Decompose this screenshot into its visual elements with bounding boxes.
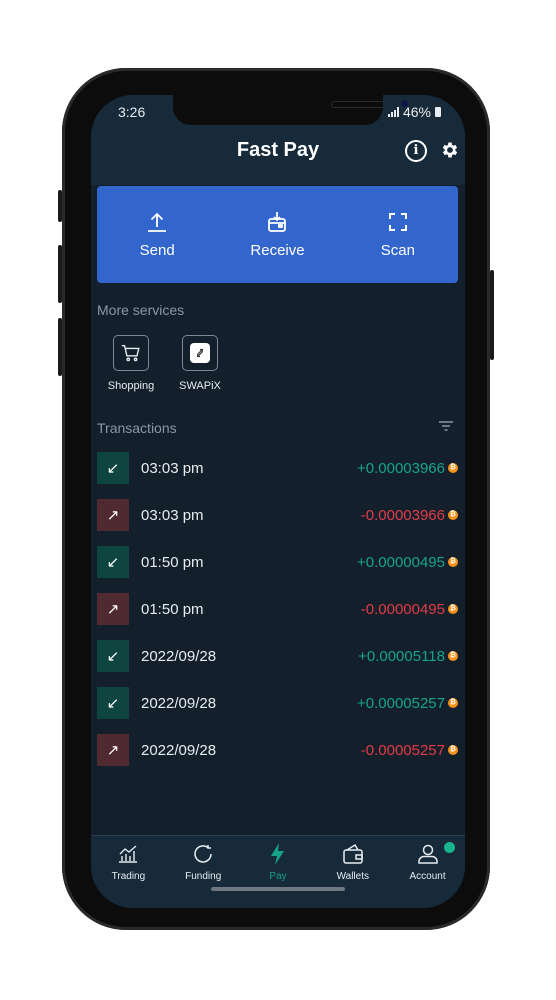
filter-icon[interactable] — [438, 420, 454, 432]
app-screen: 3:26 46% Fast Pay i Send Receive Scan Mo… — [91, 95, 465, 908]
transaction-date: 03:03 pm — [141, 506, 204, 524]
bitcoin-icon: ₿ — [448, 463, 458, 473]
action-card: Send Receive Scan — [97, 186, 458, 283]
volume-down-button — [58, 318, 62, 376]
power-button — [490, 270, 494, 360]
swapix-label: SWAPiX — [179, 380, 221, 392]
transaction-row[interactable]: ↙ 2022/09/28 +0.00005257 ₿ — [97, 687, 458, 719]
swapix-tile — [182, 335, 218, 371]
transaction-amount: +0.00005118 — [358, 647, 445, 665]
transaction-date: 01:50 pm — [141, 600, 204, 618]
scan-label: Scan — [380, 242, 415, 259]
bitcoin-icon: ₿ — [448, 698, 458, 708]
nav-wallets-label: Wallets — [336, 871, 369, 882]
arrow-down-left-icon: ↙ — [97, 640, 129, 672]
arrow-up-right-icon: ↗ — [97, 734, 129, 766]
user-icon — [417, 844, 438, 864]
arrow-down-left-icon: ↙ — [97, 546, 129, 578]
transaction-row[interactable]: ↗ 01:50 pm -0.00000495 ₿ — [97, 593, 458, 625]
transactions-heading: Transactions — [97, 420, 177, 436]
nav-wallets[interactable]: Wallets — [315, 836, 390, 908]
transaction-row[interactable]: ↗ 2022/09/28 -0.00005257 ₿ — [97, 734, 458, 766]
transaction-amount: -0.00000495 — [360, 600, 445, 618]
info-icon[interactable]: i — [405, 140, 427, 162]
bitcoin-icon: ₿ — [448, 604, 458, 614]
volume-up-button — [58, 245, 62, 303]
battery-icon — [435, 107, 441, 117]
gear-icon[interactable] — [440, 140, 460, 160]
nav-pay-label: Pay — [269, 871, 287, 882]
bitcoin-icon: ₿ — [448, 510, 458, 520]
mute-switch — [58, 190, 62, 222]
arrow-down-left-icon: ↙ — [97, 687, 129, 719]
bitcoin-icon: ₿ — [448, 557, 458, 567]
receive-wallet-icon — [268, 212, 287, 232]
transaction-amount: +0.00003966 — [356, 459, 445, 477]
nav-funding[interactable]: Funding — [166, 836, 241, 908]
send-button[interactable]: Send — [97, 186, 217, 283]
bitcoin-icon: ₿ — [448, 745, 458, 755]
bitcoin-icon: ₿ — [448, 651, 458, 661]
home-indicator[interactable] — [211, 887, 345, 891]
transaction-date: 2022/09/28 — [141, 647, 217, 665]
transaction-row[interactable]: ↙ 03:03 pm +0.00003966 ₿ — [97, 452, 458, 484]
arrow-up-right-icon: ↗ — [97, 499, 129, 531]
receive-label: Receive — [250, 242, 305, 259]
transaction-row[interactable]: ↙ 2022/09/28 +0.00005118 ₿ — [97, 640, 458, 672]
receive-button[interactable]: Receive — [217, 186, 337, 283]
send-label: Send — [139, 242, 175, 259]
upload-icon — [148, 212, 167, 232]
nav-account[interactable]: Account — [390, 836, 465, 908]
scan-button[interactable]: Scan — [338, 186, 458, 283]
transaction-date: 2022/09/28 — [141, 741, 217, 759]
swap-icon — [190, 343, 210, 363]
service-swapix[interactable]: SWAPiX — [160, 335, 240, 392]
signal-icon — [387, 107, 399, 117]
transaction-row[interactable]: ↙ 01:50 pm +0.00000495 ₿ — [97, 546, 458, 578]
nav-pay[interactable]: Pay — [241, 836, 316, 908]
service-shopping[interactable]: Shopping — [91, 335, 171, 392]
wallet-icon — [343, 843, 363, 864]
more-services-heading: More services — [97, 302, 185, 318]
refresh-icon — [194, 845, 212, 863]
nav-trading[interactable]: Trading — [91, 836, 166, 908]
nav-account-label: Account — [409, 871, 446, 882]
status-indicators: 46% — [387, 104, 441, 120]
notch — [173, 95, 408, 125]
transaction-date: 01:50 pm — [141, 553, 204, 571]
arrow-up-right-icon: ↗ — [97, 593, 129, 625]
transaction-date: 03:03 pm — [141, 459, 204, 477]
shopping-label: Shopping — [107, 380, 155, 392]
nav-funding-label: Funding — [185, 871, 222, 882]
transaction-amount: -0.00003966 — [360, 506, 445, 524]
transaction-date: 2022/09/28 — [141, 694, 217, 712]
scan-icon — [388, 213, 407, 231]
status-time: 3:26 — [118, 104, 146, 120]
shopping-tile — [113, 335, 149, 371]
transaction-row[interactable]: ↗ 03:03 pm -0.00003966 ₿ — [97, 499, 458, 531]
notification-badge — [443, 842, 455, 853]
speaker — [331, 101, 385, 108]
transaction-amount: +0.00000495 — [356, 553, 445, 571]
lightning-icon — [270, 843, 284, 865]
transaction-amount: +0.00005257 — [356, 694, 445, 712]
cart-icon — [121, 344, 140, 362]
nav-trading-label: Trading — [111, 871, 146, 882]
battery-percent: 46% — [402, 104, 431, 120]
bottom-nav: Trading Funding Pay Wallets Account — [91, 835, 465, 908]
arrow-down-left-icon: ↙ — [97, 452, 129, 484]
chart-icon — [119, 845, 138, 863]
transaction-amount: -0.00005257 — [360, 741, 445, 759]
